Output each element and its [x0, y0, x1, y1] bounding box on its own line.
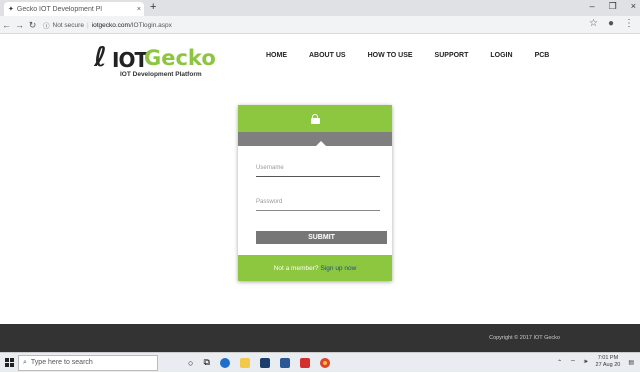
windows-taskbar: ⌕ Type here to search ○ ⧉ ⌃ ⌔ 🕪 7:01 PM …	[0, 352, 640, 372]
clock[interactable]: 7:01 PM 27 Aug 20	[596, 355, 621, 369]
logo-gecko-text: Gecko	[144, 46, 216, 70]
store-icon[interactable]	[259, 357, 270, 368]
start-button[interactable]	[0, 353, 18, 373]
address-bar[interactable]: ⓘ Not secure | iotgecko.com/IOTlogin.asp…	[43, 20, 172, 31]
toolbar-actions: ☆ ● ⋮	[589, 18, 634, 29]
search-placeholder: Type here to search	[30, 359, 93, 366]
nav-home[interactable]: HOME	[266, 52, 287, 59]
notification-icon[interactable]: ▤	[628, 359, 634, 366]
nav-about-us[interactable]: ABOUT US	[309, 52, 346, 59]
nav-how-to-use[interactable]: HOW TO USE	[368, 52, 413, 59]
browser-tab[interactable]: ✦ Gecko IOT Development Pl ×	[4, 2, 144, 16]
pointer-notch	[316, 141, 326, 146]
search-icon: ⌕	[23, 358, 27, 366]
chrome-icon[interactable]	[319, 357, 330, 368]
windows-logo-icon	[4, 358, 14, 367]
close-window-button[interactable]: ×	[631, 1, 636, 12]
volume-icon[interactable]: 🕪	[584, 359, 588, 366]
gecko-lizard-icon: ℓ	[94, 42, 107, 73]
site-footer: Copyright © 2017 IOT Gecko	[0, 324, 640, 352]
logo-iot-text: IOT	[112, 48, 148, 72]
acrobat-icon[interactable]	[299, 357, 310, 368]
info-icon[interactable]: ⓘ	[43, 20, 50, 30]
signup-link[interactable]: Sign up now	[321, 265, 357, 272]
url-separator: |	[86, 21, 89, 29]
login-card-header	[238, 105, 392, 132]
lock-icon	[310, 113, 320, 124]
username-field[interactable]: Username	[256, 161, 380, 177]
login-card: Username Password SUBMIT Not a member? S…	[238, 105, 392, 281]
login-card-bar	[238, 132, 392, 146]
tab-close-icon[interactable]: ×	[137, 6, 144, 13]
browser-toolbar: ← → ↻ ⓘ Not secure | iotgecko.com/IOTlog…	[0, 16, 640, 34]
bookmark-star-icon[interactable]: ☆	[589, 18, 598, 29]
browser-chrome: ✦ Gecko IOT Development Pl × + – ❐ × ← →…	[0, 0, 640, 34]
clock-time: 7:01 PM	[597, 355, 619, 361]
url-domain: iotgecko.com	[91, 21, 130, 29]
edge-icon[interactable]	[219, 357, 230, 368]
url-path: /IOTlogin.aspx	[129, 21, 172, 29]
file-explorer-icon[interactable]	[239, 357, 250, 368]
window-controls: – ❐ ×	[590, 1, 636, 12]
submit-button[interactable]: SUBMIT	[256, 231, 387, 244]
reload-icon[interactable]: ↻	[26, 20, 39, 31]
back-arrow-icon[interactable]: ←	[0, 20, 13, 30]
nav-support[interactable]: SUPPORT	[435, 52, 469, 59]
forward-arrow-icon[interactable]: →	[13, 20, 26, 30]
main-nav: HOME ABOUT US HOW TO USE SUPPORT LOGIN P…	[266, 52, 571, 59]
menu-kebab-icon[interactable]: ⋮	[624, 18, 634, 29]
taskbar-search[interactable]: ⌕ Type here to search	[18, 354, 158, 371]
word-icon[interactable]	[279, 357, 290, 368]
security-label: Not secure	[52, 21, 84, 29]
new-tab-button[interactable]: +	[150, 1, 156, 13]
system-tray: ⌃ ⌔ 🕪 7:01 PM 27 Aug 20 ▤	[557, 355, 634, 369]
iot-gecko-logo[interactable]: ℓ IOT Gecko IOT Development Platform	[94, 44, 234, 84]
task-view-icon[interactable]: ⧉	[203, 357, 209, 368]
web-page: ℓ IOT Gecko IOT Development Platform HOM…	[0, 34, 640, 352]
nav-login[interactable]: LOGIN	[490, 52, 512, 59]
profile-icon[interactable]: ●	[608, 18, 614, 29]
network-icon[interactable]: ⌔	[570, 358, 576, 366]
page-favicon-icon: ✦	[8, 6, 14, 13]
cortana-icon[interactable]: ○	[188, 358, 193, 368]
maximize-button[interactable]: ❐	[609, 1, 617, 12]
tab-title: Gecko IOT Development Pl	[16, 5, 102, 13]
login-card-footer: Not a member? Sign up now	[238, 255, 392, 281]
tray-chevron-icon[interactable]: ⌃	[557, 359, 562, 366]
taskbar-apps: ○ ⧉	[188, 357, 330, 368]
minimize-button[interactable]: –	[590, 1, 595, 12]
site-header: ℓ IOT Gecko IOT Development Platform HOM…	[0, 34, 640, 84]
not-member-text: Not a member?	[273, 264, 319, 272]
password-field[interactable]: Password	[256, 195, 380, 211]
copyright-text: Copyright © 2017 IOT Gecko	[489, 335, 560, 341]
nav-pcb[interactable]: PCB	[535, 52, 550, 59]
clock-date: 27 Aug 20	[595, 362, 621, 368]
logo-tagline: IOT Development Platform	[120, 71, 202, 78]
tab-strip: ✦ Gecko IOT Development Pl × + – ❐ ×	[0, 0, 640, 16]
